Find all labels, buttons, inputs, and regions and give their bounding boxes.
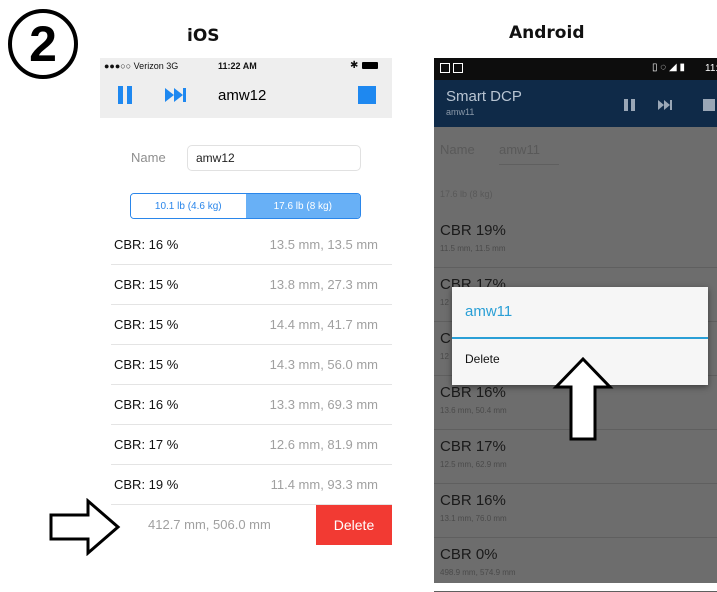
ios-status-bar: ●●●○○ Verizon 3G 11:22 AM ✱ bbox=[100, 58, 392, 74]
android-toolbar: Smart DCP amw11 bbox=[434, 80, 717, 127]
android-status-time: 11:0 bbox=[705, 63, 717, 74]
android-reading-row[interactable]: CBR 0% 498.9 mm, 574.9 mm bbox=[434, 538, 717, 592]
android-depth-values: 13.1 mm, 76.0 mm bbox=[440, 514, 507, 523]
depth-values: 14.4 mm, 41.7 mm bbox=[269, 317, 378, 332]
arrow-up-icon bbox=[552, 356, 614, 441]
stop-icon[interactable] bbox=[703, 99, 715, 111]
signal-icon: ▯ ◌ ◢ ▮ bbox=[652, 62, 685, 73]
weight-segment-light[interactable]: 10.1 lb (4.6 kg) bbox=[131, 194, 246, 218]
notification-icon bbox=[440, 63, 450, 73]
ios-name-input[interactable]: amw12 bbox=[187, 145, 361, 171]
android-weight-label: 17.6 lb (8 kg) bbox=[440, 189, 493, 199]
android-cbr-value: CBR 16% bbox=[440, 384, 506, 401]
swiped-row-values: 412.7 mm, 506.0 mm bbox=[148, 517, 271, 532]
android-status-bar: ▯ ◌ ◢ ▮ 11:0 bbox=[434, 58, 717, 80]
status-time: 11:22 AM bbox=[218, 61, 257, 71]
cbr-value: CBR: 16 % bbox=[114, 397, 179, 412]
android-depth-values: 12 bbox=[440, 298, 449, 307]
cbr-value: CBR: 15 % bbox=[114, 277, 179, 292]
arrow-right-icon bbox=[49, 498, 121, 556]
depth-values: 14.3 mm, 56.0 mm bbox=[269, 357, 378, 372]
android-cbr-value: CBR 0% bbox=[440, 546, 498, 563]
ios-heading: iOS bbox=[187, 26, 220, 46]
dialog-title: amw11 bbox=[465, 303, 513, 320]
android-depth-values: 13.6 mm, 50.4 mm bbox=[440, 406, 507, 415]
weight-segmented-control: 10.1 lb (4.6 kg) 17.6 lb (8 kg) bbox=[130, 193, 361, 219]
cbr-value: CBR: 15 % bbox=[114, 357, 179, 372]
android-cbr-value: CBR 16% bbox=[440, 492, 506, 509]
pause-icon[interactable] bbox=[624, 99, 635, 111]
android-reading-row[interactable]: CBR 16% 13.1 mm, 76.0 mm bbox=[434, 484, 717, 538]
android-name-underline bbox=[499, 164, 559, 165]
depth-values: 11.4 mm, 93.3 mm bbox=[270, 477, 378, 492]
cbr-value: CBR: 16 % bbox=[114, 237, 179, 252]
skip-forward-icon[interactable] bbox=[658, 100, 672, 110]
ios-name-label: Name bbox=[131, 150, 166, 165]
stop-icon[interactable] bbox=[358, 86, 376, 104]
reading-row[interactable]: CBR: 15 % 13.8 mm, 27.3 mm bbox=[111, 265, 392, 305]
reading-row[interactable]: CBR: 15 % 14.4 mm, 41.7 mm bbox=[111, 305, 392, 345]
android-app-subtitle: amw11 bbox=[446, 107, 475, 117]
ios-toolbar: amw12 bbox=[100, 74, 392, 118]
weight-segment-heavy[interactable]: 17.6 lb (8 kg) bbox=[245, 194, 360, 218]
skip-forward-icon[interactable] bbox=[165, 88, 187, 102]
android-depth-values: 12.5 mm, 62.9 mm bbox=[440, 460, 507, 469]
depth-values: 13.3 mm, 69.3 mm bbox=[269, 397, 378, 412]
reading-row[interactable]: CBR: 19 % 11.4 mm, 93.3 mm bbox=[111, 465, 392, 505]
swiped-reading-row[interactable]: 412.7 mm, 506.0 mm Delete bbox=[111, 505, 392, 545]
reading-row[interactable]: CBR: 17 % 12.6 mm, 81.9 mm bbox=[111, 425, 392, 465]
battery-icon bbox=[362, 62, 378, 69]
android-name-input[interactable]: amw11 bbox=[499, 142, 540, 157]
pause-icon[interactable] bbox=[117, 86, 133, 104]
dialog-delete-option[interactable]: Delete bbox=[465, 352, 500, 366]
android-depth-values: 498.9 mm, 574.9 mm bbox=[440, 568, 516, 577]
android-name-label: Name bbox=[440, 142, 475, 157]
reading-row[interactable]: CBR: 15 % 14.3 mm, 56.0 mm bbox=[111, 345, 392, 385]
depth-values: 12.6 mm, 81.9 mm bbox=[269, 437, 378, 452]
reading-row[interactable]: CBR: 16 % 13.5 mm, 13.5 mm bbox=[111, 225, 392, 265]
ios-delete-button[interactable]: Delete bbox=[316, 505, 392, 545]
ios-screen-title: amw12 bbox=[218, 87, 267, 104]
android-app-title: Smart DCP bbox=[446, 88, 522, 105]
carrier-label: ●●●○○ Verizon 3G bbox=[104, 61, 179, 71]
android-cbr-value: C bbox=[440, 330, 451, 347]
depth-values: 13.5 mm, 13.5 mm bbox=[269, 237, 378, 252]
cbr-value: CBR: 19 % bbox=[114, 477, 179, 492]
cbr-value: CBR: 15 % bbox=[114, 317, 179, 332]
dialog-divider bbox=[452, 337, 708, 339]
android-depth-values: 12 bbox=[440, 352, 449, 361]
step-number-badge: 2 bbox=[8, 9, 78, 79]
android-cbr-value: CBR 17% bbox=[440, 438, 506, 455]
bluetooth-icon: ✱ bbox=[350, 60, 359, 71]
reading-row[interactable]: CBR: 16 % 13.3 mm, 69.3 mm bbox=[111, 385, 392, 425]
gallery-icon bbox=[453, 63, 463, 73]
android-depth-values: 11.5 mm, 11.5 mm bbox=[440, 244, 506, 253]
depth-values: 13.8 mm, 27.3 mm bbox=[269, 277, 378, 292]
android-reading-row[interactable]: CBR 19% 11.5 mm, 11.5 mm bbox=[434, 214, 717, 268]
cbr-value: CBR: 17 % bbox=[114, 437, 179, 452]
android-heading: Android bbox=[509, 23, 585, 43]
android-cbr-value: CBR 19% bbox=[440, 222, 506, 239]
